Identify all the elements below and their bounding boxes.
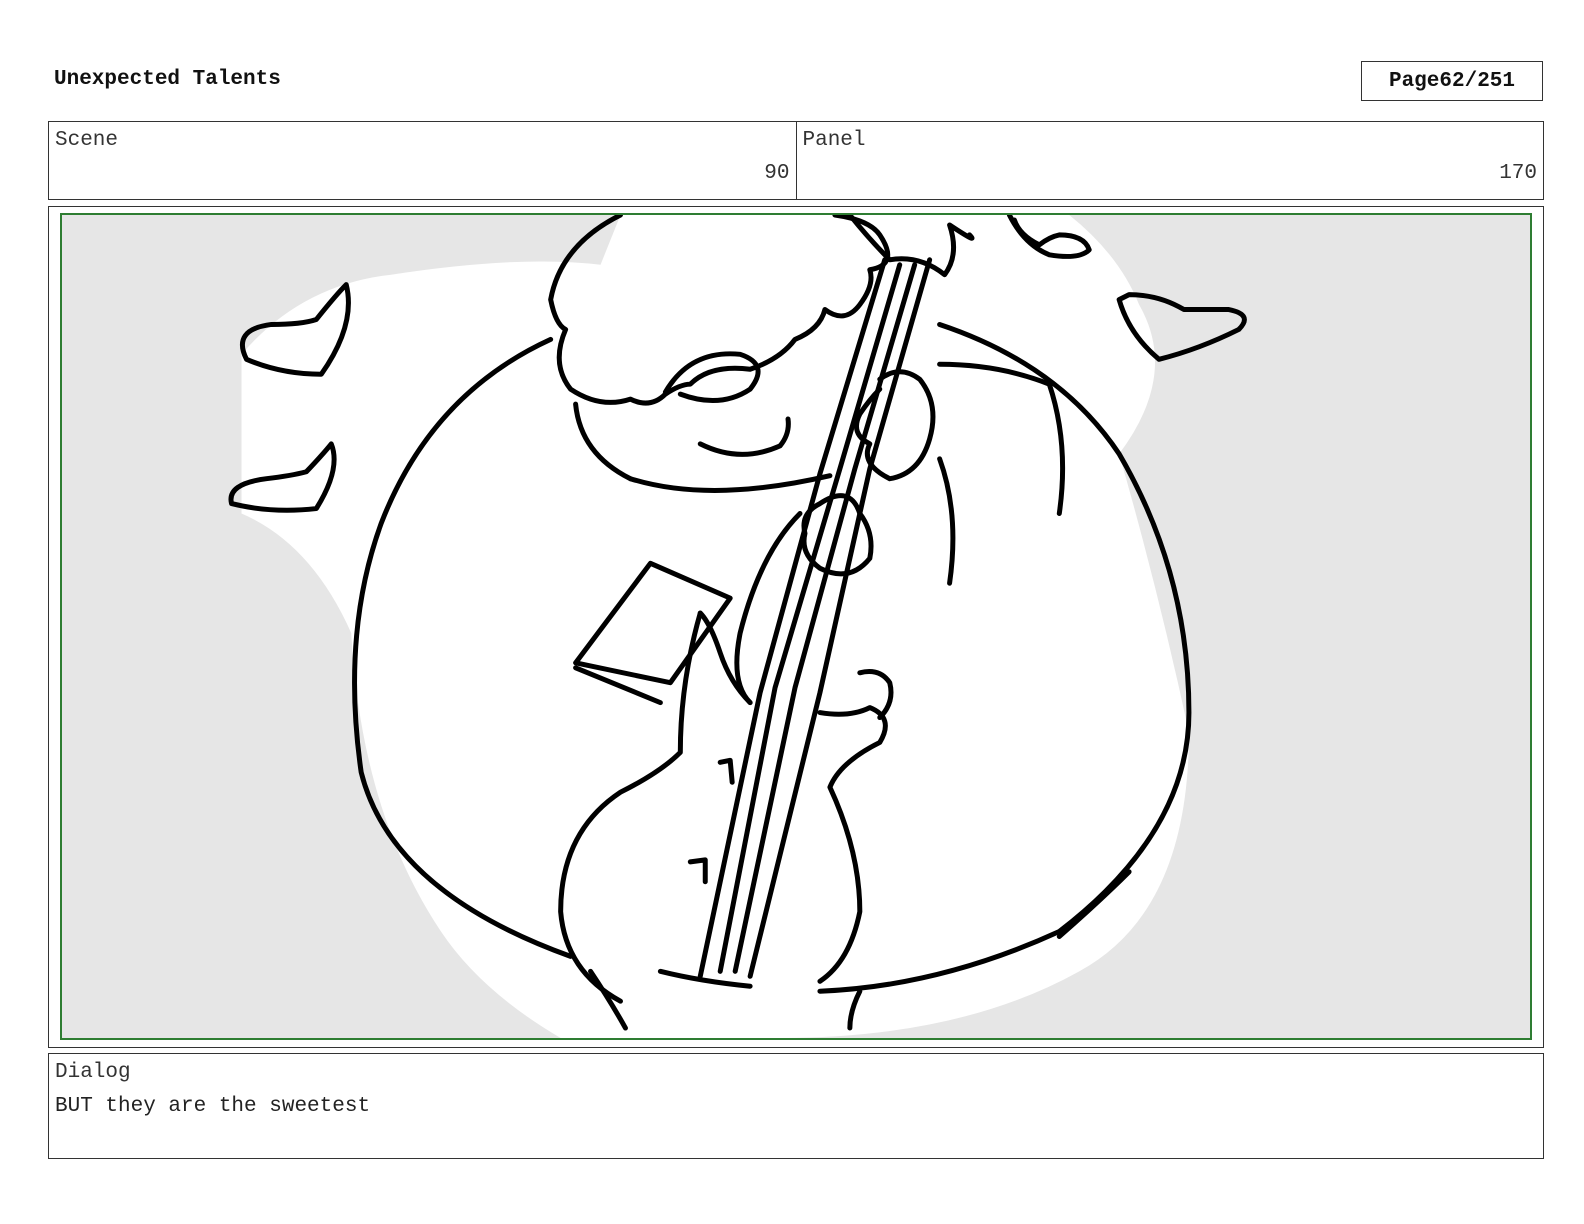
panel-cell: Panel 170 [795, 122, 1544, 199]
scene-cell: Scene 90 [49, 122, 796, 199]
guitar-player-sketch [228, 215, 1247, 1038]
dialog-label: Dialog [55, 1061, 131, 1084]
panel-number: 170 [1499, 162, 1537, 185]
dialog-box: Dialog BUT they are the sweetest [48, 1053, 1544, 1159]
document-title: Unexpected Talents [54, 68, 281, 91]
dialog-text: BUT they are the sweetest [55, 1095, 371, 1118]
page-label: Page [1388, 69, 1440, 93]
page-indicator: Page 62/251 [1361, 61, 1543, 101]
storyboard-drawing [60, 213, 1532, 1040]
page-number: 62/251 [1439, 69, 1516, 93]
scene-label: Scene [55, 129, 119, 152]
storyboard-frame [48, 206, 1544, 1048]
scene-panel-row: Scene 90 Panel 170 [48, 121, 1544, 200]
scene-number: 90 [764, 162, 790, 185]
panel-label: Panel [802, 129, 866, 152]
